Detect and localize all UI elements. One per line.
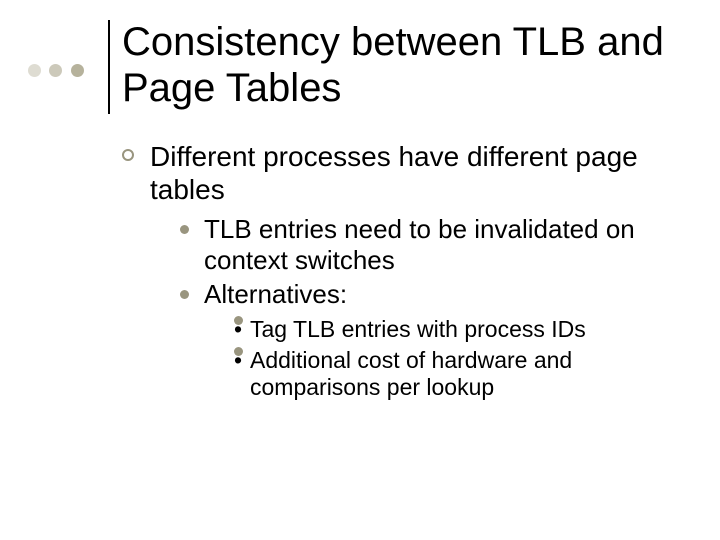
ring-bullet-icon: [122, 149, 134, 161]
vertical-divider: [108, 20, 110, 114]
bullet-text: Tag TLB entries with process IDs: [250, 316, 586, 342]
bullet-text: Alternatives:: [204, 279, 347, 309]
dot-icon: [71, 64, 84, 77]
slide-body: Different processes have different page …: [122, 140, 680, 411]
dot-bullet-icon: •: [234, 316, 243, 325]
bullet-level2: TLB entries need to be invalidated on co…: [180, 214, 680, 275]
bullet-text: TLB entries need to be invalidated on co…: [204, 214, 635, 275]
disc-bullet-icon: [180, 290, 189, 299]
bullet-level3: • Additional cost of hardware and compar…: [234, 347, 680, 401]
dot-icon: [49, 64, 62, 77]
bullet-level2: Alternatives: • Tag TLB entries with pro…: [180, 279, 680, 401]
decor-dots: [28, 64, 88, 82]
dot-icon: [28, 64, 41, 77]
bullet-text: Different processes have different page …: [150, 141, 638, 205]
slide-title: Consistency between TLB and Page Tables: [122, 20, 690, 111]
bullet-text: Additional cost of hardware and comparis…: [250, 347, 572, 400]
bullet-level1: Different processes have different page …: [122, 140, 680, 401]
bullet-level3: • Tag TLB entries with process IDs: [234, 316, 680, 343]
disc-bullet-icon: [180, 225, 189, 234]
slide: Consistency between TLB and Page Tables …: [0, 0, 720, 540]
dot-bullet-icon: •: [234, 347, 243, 356]
